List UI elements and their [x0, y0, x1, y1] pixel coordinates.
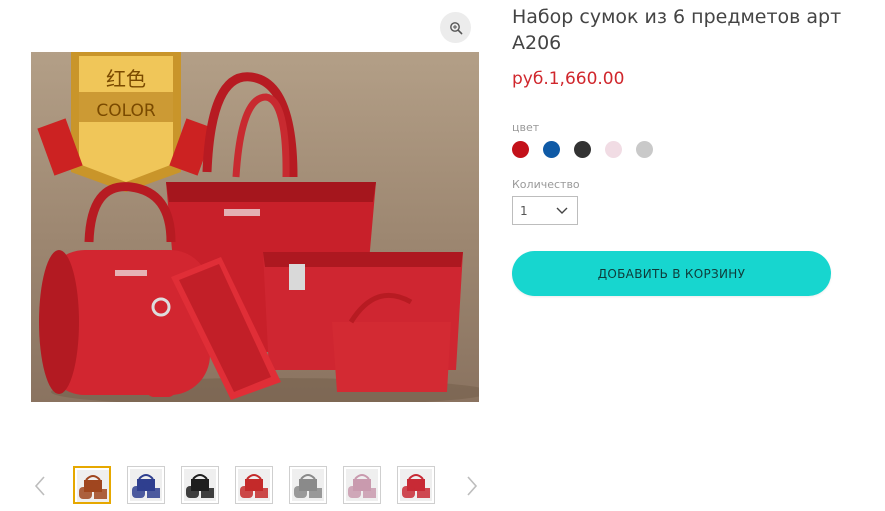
thumbnail-3[interactable]	[181, 466, 219, 504]
badge-text-cn: 红色	[106, 67, 146, 91]
thumbnail-next-button[interactable]	[461, 474, 481, 498]
chevron-down-icon	[556, 207, 568, 214]
product-price: руб.1,660.00	[512, 69, 625, 89]
magnifier-zoom-icon	[449, 21, 462, 34]
thumbnail-7[interactable]	[397, 466, 435, 504]
thumbnail-image	[292, 469, 324, 501]
handbag-set-illustration: 红色 COLOR	[37, 52, 479, 402]
thumbnail-image	[346, 469, 378, 501]
thumbnail-strip	[31, 466, 479, 508]
thumbnail-image	[77, 470, 109, 502]
quantity-label: Количество	[512, 178, 580, 191]
color-label: цвет	[512, 121, 540, 134]
zoom-button[interactable]	[440, 12, 471, 43]
thumbnail-5[interactable]	[289, 466, 327, 504]
add-to-cart-button[interactable]: ДОБАВИТЬ В КОРЗИНУ	[512, 251, 831, 296]
color-swatch-5[interactable]	[636, 141, 653, 158]
thumbnail-image	[184, 469, 216, 501]
thumbnail-2[interactable]	[127, 466, 165, 504]
thumbnail-image	[400, 469, 432, 501]
color-badge: 红色 COLOR	[37, 52, 215, 192]
product-title: Набор сумок из 6 предметов арт A206	[512, 6, 842, 54]
thumbnail-6[interactable]	[343, 466, 381, 504]
color-swatch-3[interactable]	[574, 141, 591, 158]
thumbnail-image	[238, 469, 270, 501]
badge-text-en: COLOR	[96, 101, 155, 121]
thumbnail-1[interactable]	[73, 466, 111, 504]
color-swatch-1[interactable]	[512, 141, 529, 158]
thumbnail-image	[130, 469, 162, 501]
color-swatch-2[interactable]	[543, 141, 560, 158]
main-product-image[interactable]: 红色 COLOR	[31, 52, 479, 402]
chevron-right-icon	[467, 476, 478, 496]
chevron-left-icon	[34, 476, 45, 496]
quantity-value: 1	[520, 204, 528, 218]
quantity-select[interactable]: 1	[512, 196, 578, 225]
color-swatch-4[interactable]	[605, 141, 622, 158]
thumbnail-prev-button[interactable]	[31, 474, 51, 498]
thumbnail-4[interactable]	[235, 466, 273, 504]
